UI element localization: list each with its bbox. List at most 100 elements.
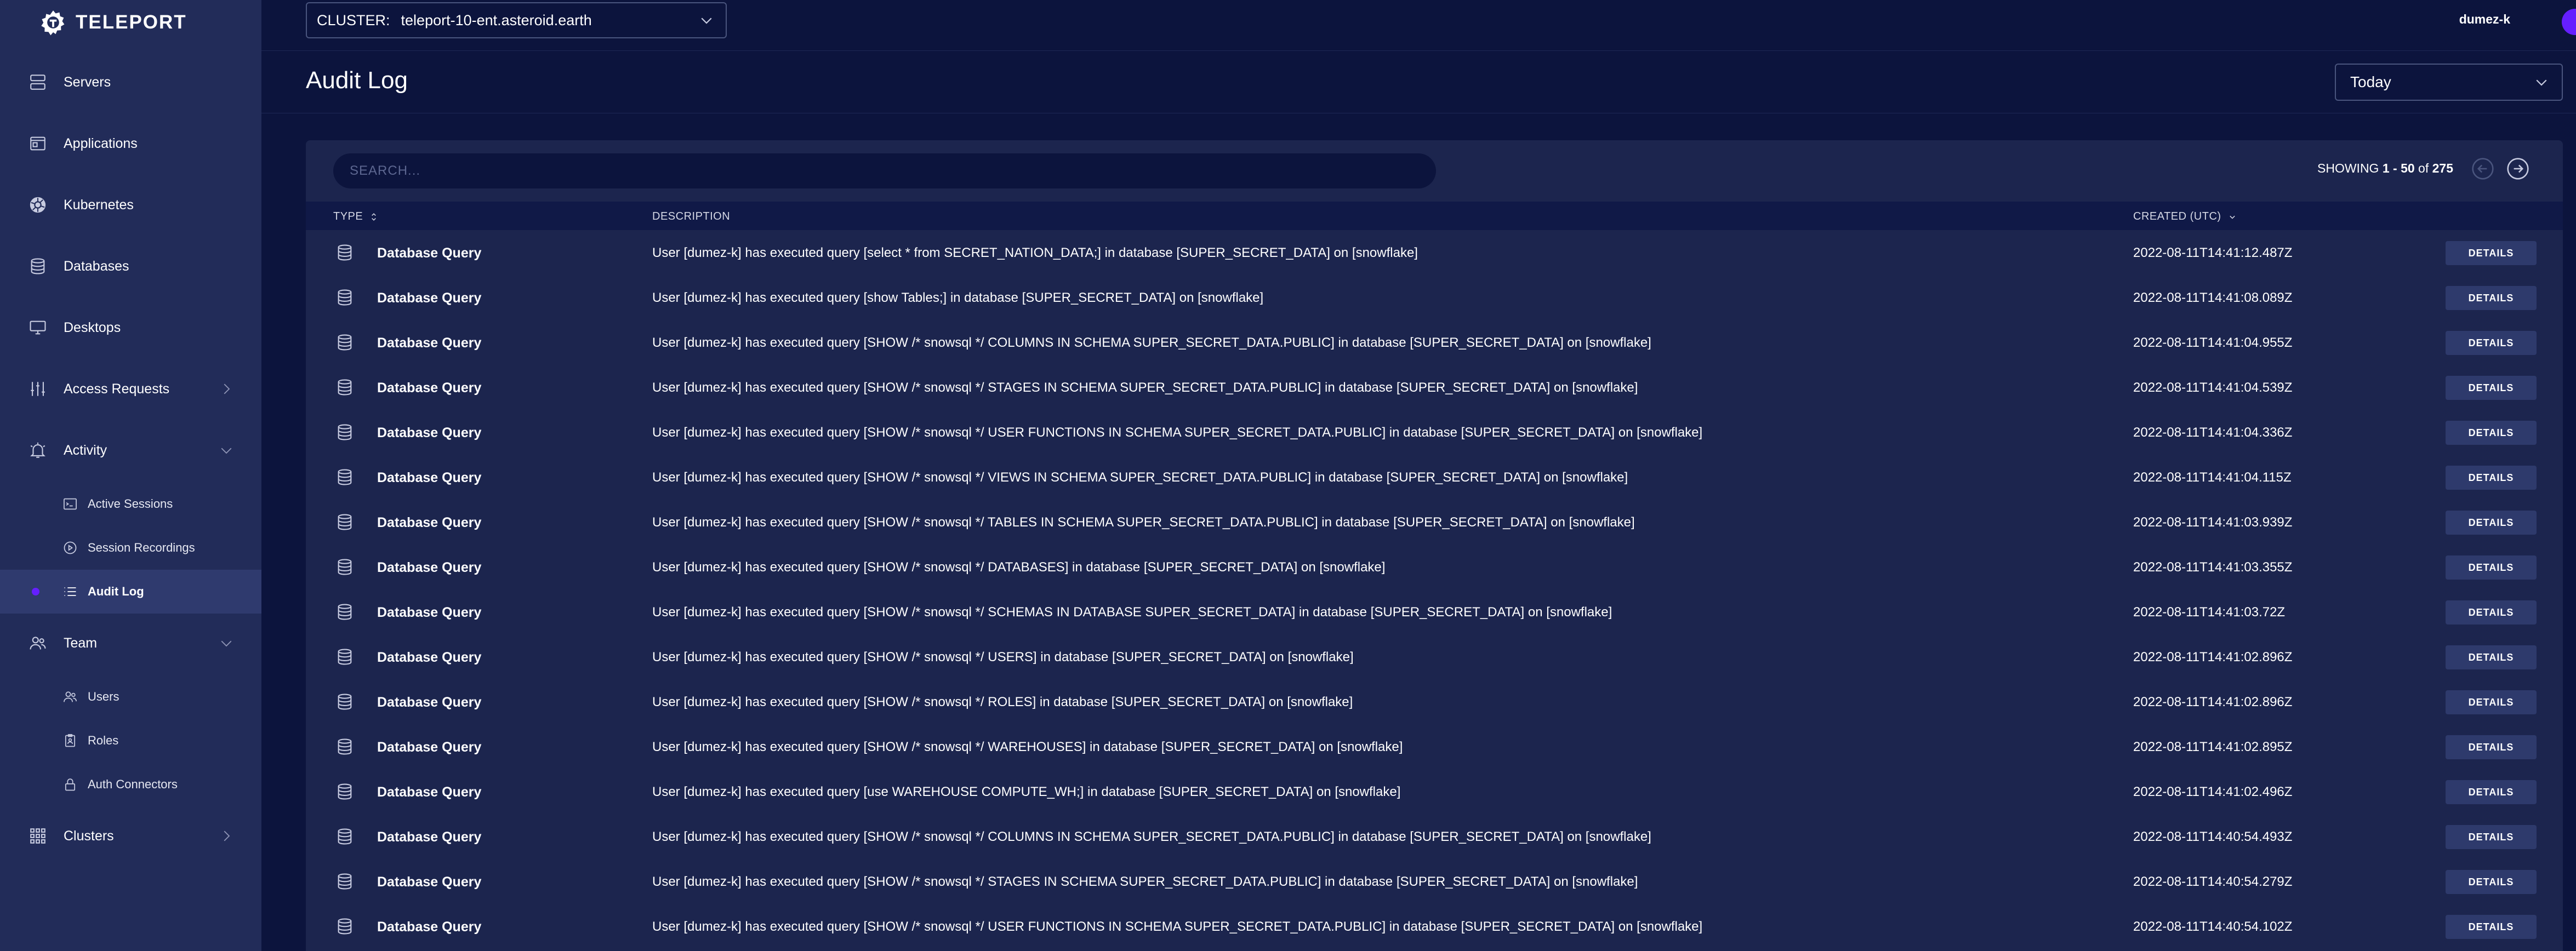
table-row: Database Query User [dumez-k] has execute… <box>306 769 2563 814</box>
sidebar-subitem-session-recordings[interactable]: Session Recordings <box>0 526 261 570</box>
server-icon <box>29 73 47 91</box>
event-description: User [dumez-k] has executed query [SHOW … <box>652 874 1638 889</box>
database-icon <box>335 917 354 936</box>
kubernetes-icon <box>29 196 47 214</box>
sidebar-item-label: Access Requests <box>64 381 170 397</box>
database-icon <box>335 648 354 666</box>
details-button[interactable]: DETAILS <box>2446 600 2537 625</box>
topbar-divider <box>261 50 2576 51</box>
table-row: Database Query User [dumez-k] has execute… <box>306 320 2563 365</box>
details-button[interactable]: DETAILS <box>2446 331 2537 355</box>
column-header-label: DESCRIPTION <box>652 210 731 222</box>
event-type: Database Query <box>377 470 482 485</box>
database-icon <box>335 288 354 307</box>
table-row: Database Query User [dumez-k] has execute… <box>306 904 2563 949</box>
sidebar-item-desktops[interactable]: Desktops <box>0 306 261 350</box>
sidebar-item-activity[interactable]: Activity <box>0 428 261 472</box>
details-button[interactable]: DETAILS <box>2446 286 2537 310</box>
event-description: User [dumez-k] has executed query [SHOW … <box>652 425 1703 440</box>
table-row: Database Query User [dumez-k] has execute… <box>306 634 2563 679</box>
user-menu[interactable]: dumez-k <box>2459 12 2510 27</box>
sidebar-subitem-users[interactable]: Users <box>0 675 261 719</box>
event-type: Database Query <box>377 335 482 351</box>
brand-name: TELEPORT <box>76 12 187 33</box>
pagination-prefix: SHOWING <box>2317 161 2383 175</box>
event-type: Database Query <box>377 650 482 665</box>
event-created: 2022-08-11T14:41:02.896Z <box>2133 695 2293 709</box>
sort-icon <box>372 213 377 221</box>
event-description: User [dumez-k] has executed query [use W… <box>652 784 1401 799</box>
details-button[interactable]: DETAILS <box>2446 825 2537 849</box>
audit-log-panel: SHOWING 1 - 50 of 275 TYPE DESCRIPTION C… <box>306 140 2563 951</box>
database-icon <box>335 872 354 891</box>
pagination-of: of <box>2414 161 2432 175</box>
sidebar-subitem-label: Auth Connectors <box>88 777 178 791</box>
details-button[interactable]: DETAILS <box>2446 780 2537 804</box>
cluster-selector[interactable]: CLUSTER: teleport-10-ent.asteroid.earth <box>306 2 727 38</box>
event-created: 2022-08-11T14:40:54.279Z <box>2133 874 2293 889</box>
database-icon <box>335 513 354 531</box>
table-row: Database Query User [dumez-k] has execute… <box>306 545 2563 589</box>
details-button[interactable]: DETAILS <box>2446 241 2537 265</box>
details-button[interactable]: DETAILS <box>2446 376 2537 400</box>
event-created: 2022-08-11T14:41:03.939Z <box>2133 515 2293 530</box>
sidebar-subitem-active-sessions[interactable]: Active Sessions <box>0 482 261 526</box>
bell-icon <box>29 441 47 460</box>
chevron-down-icon <box>221 448 232 454</box>
details-button[interactable]: DETAILS <box>2446 421 2537 445</box>
sidebar-item-access-requests[interactable]: Access Requests <box>0 367 261 411</box>
column-header-type[interactable]: TYPE <box>333 210 379 223</box>
sidebar-item-label: Team <box>64 635 98 651</box>
sidebar-item-databases[interactable]: Databases <box>0 244 261 288</box>
event-description: User [dumez-k] has executed query [SHOW … <box>652 919 1703 934</box>
database-icon <box>335 558 354 576</box>
details-button[interactable]: DETAILS <box>2446 690 2537 714</box>
teleport-logo[interactable]: TELEPORT <box>39 8 187 37</box>
table-row: Database Query User [dumez-k] has execute… <box>306 230 2563 275</box>
column-header-description: DESCRIPTION <box>652 210 730 223</box>
event-created: 2022-08-11T14:41:02.896Z <box>2133 650 2293 664</box>
table-row: Database Query User [dumez-k] has execute… <box>306 275 2563 320</box>
event-description: User [dumez-k] has executed query [selec… <box>652 245 1418 260</box>
event-created: 2022-08-11T14:41:04.539Z <box>2133 380 2293 395</box>
details-button[interactable]: DETAILS <box>2446 735 2537 759</box>
list-icon <box>62 584 78 599</box>
date-range-value: Today <box>2350 73 2391 90</box>
details-button[interactable]: DETAILS <box>2446 511 2537 535</box>
sidebar-item-clusters[interactable]: Clusters <box>0 814 261 858</box>
table-row: Database Query User [dumez-k] has execute… <box>306 455 2563 500</box>
details-button[interactable]: DETAILS <box>2446 466 2537 490</box>
event-description: User [dumez-k] has executed query [SHOW … <box>652 560 1386 575</box>
details-button[interactable]: DETAILS <box>2446 555 2537 580</box>
avatar[interactable] <box>2562 9 2576 35</box>
database-icon <box>335 333 354 352</box>
sidebar-item-team[interactable]: Team <box>0 621 261 665</box>
search-input[interactable] <box>333 153 1436 188</box>
sidebar-item-applications[interactable]: Applications <box>0 122 261 165</box>
previous-page-button[interactable] <box>2471 157 2495 181</box>
column-header-created[interactable]: CREATED (UTC) <box>2133 210 2238 223</box>
cluster-prefix: CLUSTER: <box>317 12 390 28</box>
sidebar-subitem-label: Roles <box>88 734 119 747</box>
event-type: Database Query <box>377 425 482 440</box>
table-row: Database Query User [dumez-k] has execute… <box>306 410 2563 455</box>
sidebar-item-kubernetes[interactable]: Kubernetes <box>0 183 261 227</box>
sidebar-subitem-roles[interactable]: Roles <box>0 719 261 763</box>
event-created: 2022-08-11T14:41:03.355Z <box>2133 560 2293 575</box>
table-row: Database Query User [dumez-k] has execute… <box>306 859 2563 904</box>
clipboard-icon <box>62 733 78 748</box>
sidebar-item-label: Servers <box>64 74 111 90</box>
event-description: User [dumez-k] has executed query [SHOW … <box>652 650 1354 664</box>
details-button[interactable]: DETAILS <box>2446 645 2537 669</box>
date-range-select[interactable]: Today <box>2335 64 2563 101</box>
details-button[interactable]: DETAILS <box>2446 870 2537 894</box>
details-button[interactable]: DETAILS <box>2446 915 2537 939</box>
next-page-button[interactable] <box>2506 157 2530 181</box>
table-header: TYPE DESCRIPTION CREATED (UTC) <box>306 202 2563 230</box>
sidebar-item-servers[interactable]: Servers <box>0 60 261 104</box>
sidebar-subitem-audit-log[interactable]: Audit Log <box>0 570 261 614</box>
sidebar-subitem-auth-connectors[interactable]: Auth Connectors <box>0 763 261 806</box>
sidebar-subitem-label: Users <box>88 690 119 703</box>
chevron-right-icon <box>224 830 230 841</box>
database-icon <box>335 378 354 397</box>
